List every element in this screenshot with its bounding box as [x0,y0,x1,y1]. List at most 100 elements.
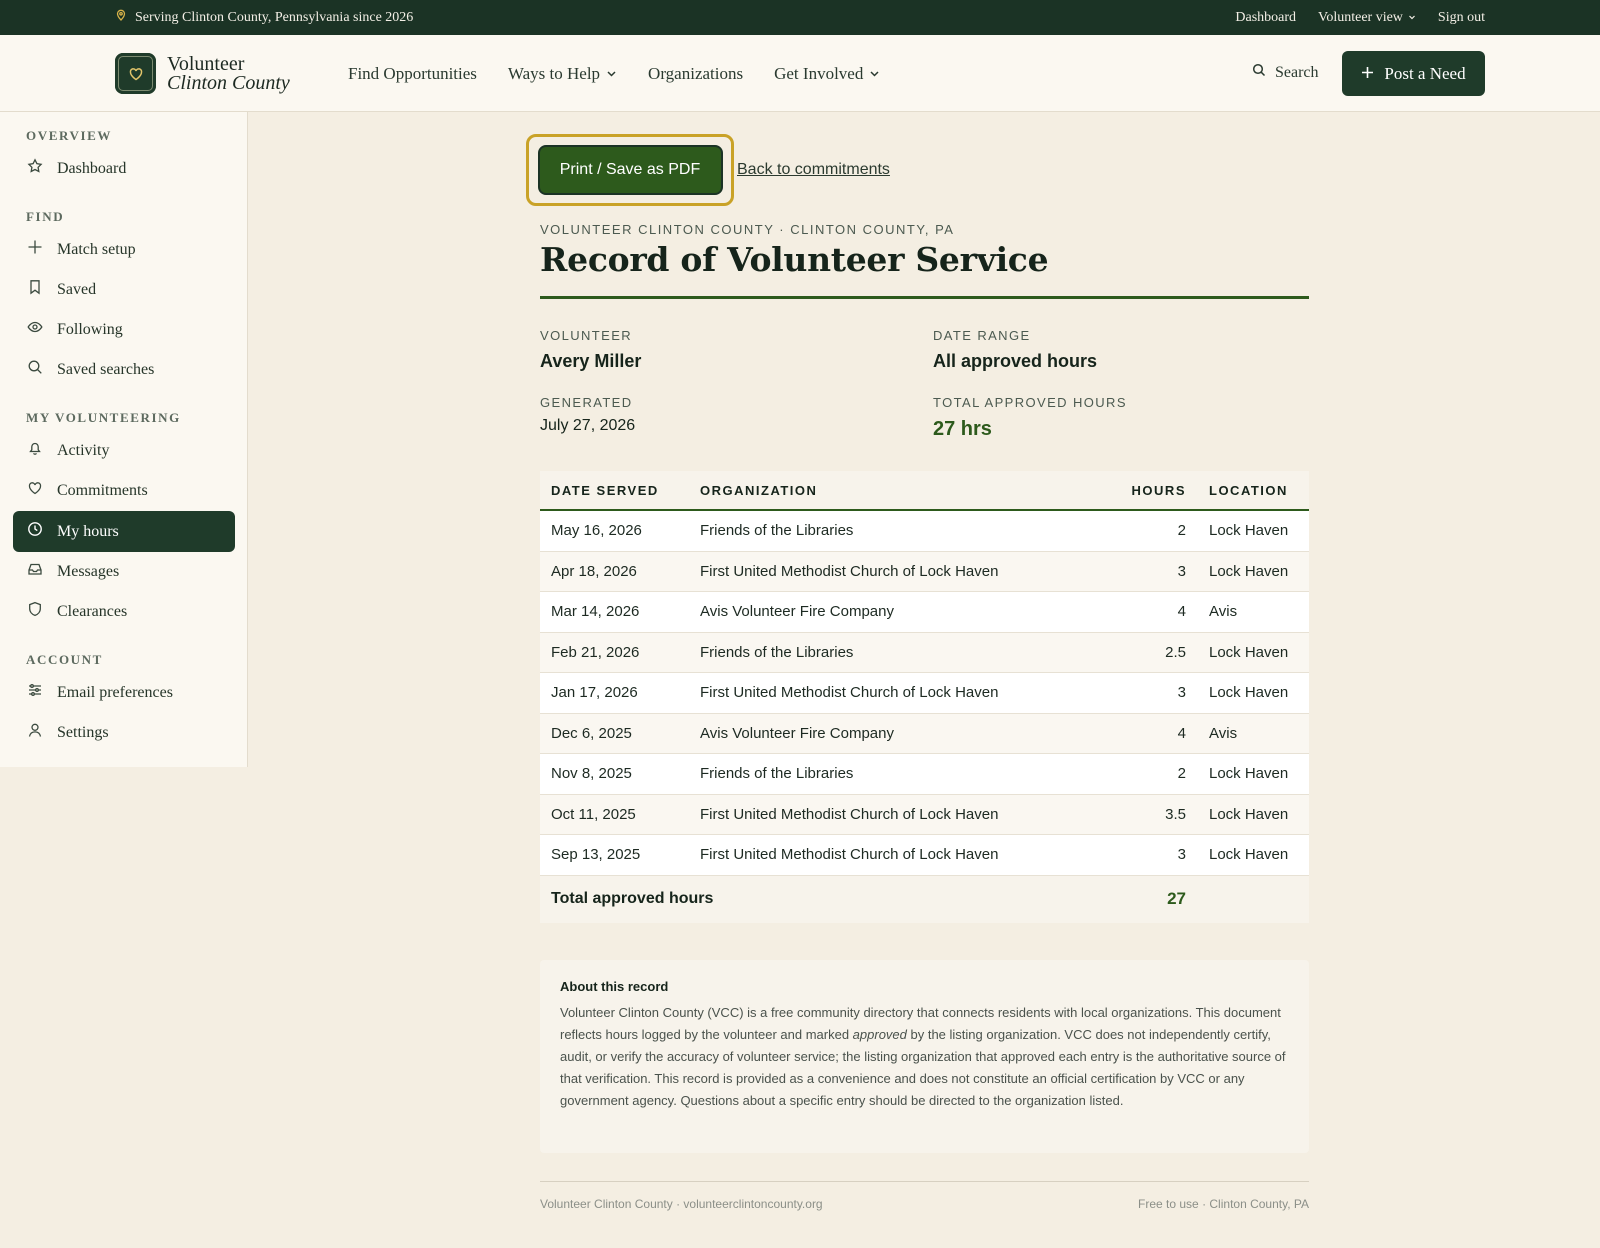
search-icon [1252,63,1266,82]
cell-organization: Friends of the Libraries [700,765,854,783]
about-heading: About this record [560,979,669,994]
cell-organization: First United Methodist Church of Lock Ha… [700,846,999,864]
sidebar-item-match-setup[interactable]: Match setup [13,229,235,270]
cell-hours: 2.5 [1165,643,1186,661]
total-hours-label: TOTAL APPROVED HOURS [933,395,1127,410]
nav-find-opportunities[interactable]: Find Opportunities [348,64,477,84]
nav-get-involved[interactable]: Get Involved [774,64,880,84]
cell-location: Lock Haven [1209,562,1289,580]
sidebar-item-label: Email preferences [57,683,173,701]
sidebar-item-label: Match setup [57,240,136,258]
cell-organization: Avis Volunteer Fire Company [700,724,894,742]
about-record-panel: About this record Volunteer Clinton Coun… [540,960,1309,1153]
sidebar-item-following[interactable]: Following [13,309,235,350]
table-body: May 16, 2026 Friends of the Libraries 2 Loc… [540,511,1309,876]
sidebar-item-dashboard[interactable]: Dashboard [13,148,235,189]
table-row: Apr 18, 2026 First United Methodist Churc… [540,551,1309,592]
post-a-need-button[interactable]: Post a Need [1342,51,1485,96]
table-header: DATE SERVED ORGANIZATION HOURS LOCATION [540,471,1309,511]
search-button[interactable]: Search [1252,63,1319,82]
table-row: Dec 6, 2025 Avis Volunteer Fire Company 4 A… [540,713,1309,754]
cell-date: Apr 18, 2026 [551,562,637,580]
location-notice: Serving Clinton County, Pennsylvania sin… [115,0,413,35]
sidebar-item-saved-searches[interactable]: Saved searches [13,349,235,390]
cell-location: Lock Haven [1209,765,1289,783]
clock-icon [27,521,43,542]
print-save-pdf-button[interactable]: Print / Save as PDF [539,147,721,193]
sidebar-item-label: Clearances [57,602,128,620]
sidebar-item-label: Activity [57,441,110,459]
cell-organization: Friends of the Libraries [700,522,854,540]
sidebar-item-activity[interactable]: Activity [13,430,235,471]
sidebar-section-my-volunteering: MY VOLUNTEERING [26,410,181,425]
total-value: 27 [1167,889,1186,908]
sidebar-item-commitments[interactable]: Commitments [13,470,235,511]
chevron-down-icon [1408,10,1416,26]
sidebar-item-saved[interactable]: Saved [13,269,235,310]
record-eyebrow: VOLUNTEER CLINTON COUNTY · CLINTON COUNT… [540,222,955,237]
sidebar-section-account: ACCOUNT [26,652,103,667]
heart-icon [27,480,43,501]
cell-organization: Avis Volunteer Fire Company [700,603,894,621]
cell-organization: First United Methodist Church of Lock Ha… [700,805,999,823]
topbar-dashboard-link[interactable]: Dashboard [1235,10,1296,26]
cell-location: Lock Haven [1209,805,1289,823]
bell-icon [27,440,43,461]
date-range-value: All approved hours [933,351,1098,371]
sidebar-item-label: Saved searches [57,360,155,378]
generated-value: July 27, 2026 [540,417,636,434]
date-range-label: DATE RANGE [933,328,1031,343]
nav-ways-to-help[interactable]: Ways to Help [508,64,617,84]
header-date: DATE SERVED [551,482,659,498]
inbox-icon [27,561,43,582]
sidebar-item-label: Dashboard [57,159,127,177]
cell-hours: 4 [1177,603,1186,621]
sidebar-item-messages[interactable]: Messages [13,551,235,592]
volunteer-view-dropdown[interactable]: Volunteer view [1318,10,1416,26]
site-logo[interactable]: Volunteer Clinton County [115,53,290,94]
cell-location: Lock Haven [1209,846,1289,864]
volunteer-name: Avery Miller [540,351,642,371]
footer-left-text: Volunteer Clinton County · volunteerclin… [540,1197,823,1211]
page-title: Record of Volunteer Service [540,240,1049,279]
cell-location: Lock Haven [1209,643,1289,661]
sidebar-item-settings[interactable]: Settings [13,712,235,753]
nav-ways-label: Ways to Help [507,63,601,83]
heart-logo-icon [115,53,156,94]
cell-organization: First United Methodist Church of Lock Ha… [700,562,999,580]
nav-organizations[interactable]: Organizations [648,64,743,84]
record-actions: Print / Save as PDF Back to commitments [526,134,890,206]
table-row: Oct 11, 2025 First United Methodist Churc… [540,794,1309,835]
top-bar: Serving Clinton County, Pennsylvania sin… [0,0,1600,35]
shield-icon [27,601,43,622]
generated-label: GENERATED [540,395,633,410]
sidebar-item-label: My hours [57,522,119,540]
sidebar-item-label: Saved [57,280,97,298]
cell-hours: 4 [1177,724,1186,742]
cell-date: Mar 14, 2026 [551,603,640,621]
sidebar-item-my-hours[interactable]: My hours [13,511,235,552]
sidebar-section-find: FIND [26,209,65,224]
chevron-down-icon [869,64,880,84]
sidebar-item-email-preferences[interactable]: Email preferences [13,672,235,713]
cell-date: Jan 17, 2026 [551,684,638,702]
chevron-down-icon [606,64,617,84]
footer-divider [540,1181,1309,1182]
header-hours: HOURS [1131,482,1186,498]
cell-date: Oct 11, 2025 [551,805,636,823]
table-total-row: Total approved hours 27 [540,875,1309,923]
cell-hours: 2 [1177,765,1186,783]
sidebar-item-clearances[interactable]: Clearances [13,591,235,632]
cell-date: Dec 6, 2025 [551,724,632,742]
logo-line-2: Clinton County [167,71,290,94]
sign-out-link[interactable]: Sign out [1438,10,1485,26]
table-row: Mar 14, 2026 Avis Volunteer Fire Company 4… [540,592,1309,633]
back-to-commitments-link[interactable]: Back to commitments [737,161,890,179]
header-location: LOCATION [1209,482,1288,498]
cell-date: Sep 13, 2025 [551,846,641,864]
cell-hours: 3 [1177,684,1186,702]
cell-location: Avis [1209,603,1238,621]
site-header: Volunteer Clinton County Find Opportunit… [0,35,1600,112]
cell-hours: 3.5 [1165,805,1186,823]
sidebar-item-label: Messages [57,562,120,580]
